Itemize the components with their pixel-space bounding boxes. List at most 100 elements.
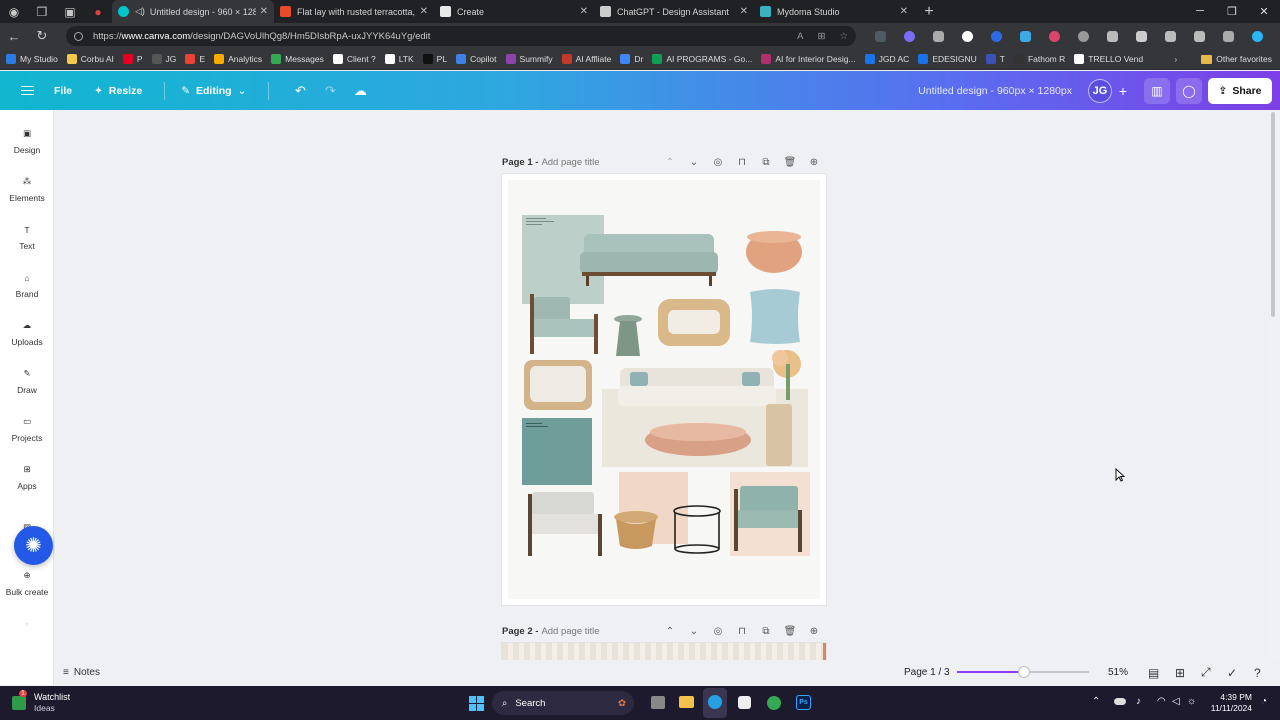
extension-icon[interactable] (1040, 28, 1069, 44)
zoom-slider-handle[interactable] (1018, 666, 1030, 678)
chevron-down-icon[interactable]: ⌄ (682, 157, 706, 168)
lock-icon[interactable]: ⊓ (730, 626, 754, 637)
onedrive-icon[interactable] (1114, 698, 1126, 705)
start-button[interactable] (469, 696, 484, 711)
bookmark-item[interactable]: PL (422, 54, 447, 64)
notification-icon[interactable]: ☼ (1187, 696, 1196, 707)
extension-icon[interactable] (866, 28, 895, 44)
bookmark-item[interactable]: Copilot (456, 54, 497, 64)
zoom-level[interactable]: 51% (1108, 667, 1128, 678)
delete-page-icon[interactable]: 🗑 (778, 157, 802, 168)
speaker-icon[interactable]: ◁) (135, 6, 145, 17)
close-tab-icon[interactable]: ✕ (260, 6, 268, 17)
bookmark-item[interactable]: My Studio (6, 54, 58, 64)
downloads-icon[interactable] (1156, 28, 1185, 44)
notes-button[interactable]: ≡ Notes (63, 667, 100, 678)
bookmark-item[interactable]: TRELLO Vend (1074, 54, 1143, 64)
pages-grid-icon[interactable]: ▤ (1148, 666, 1159, 680)
volume-icon[interactable]: ◁ (1172, 696, 1180, 707)
bookmark-item[interactable]: EDESIGNU (918, 54, 977, 64)
bookmark-item[interactable]: T (985, 54, 1005, 64)
bookmark-item[interactable]: JG (151, 54, 176, 64)
browser-tab[interactable]: ChatGPT - Design Assistant ✕ (594, 0, 754, 23)
chevron-up-icon[interactable]: ⌃ (658, 626, 682, 637)
bookmark-item[interactable]: Fathom R (1013, 54, 1065, 64)
page-indicator[interactable]: Page 1 / 3 (904, 667, 950, 678)
add-page-icon[interactable]: ⊕ (802, 626, 826, 637)
sidebar-item-draw[interactable]: ✎ Draw (0, 366, 54, 395)
chrome-icon[interactable] (767, 696, 781, 710)
new-tab-button[interactable]: + (914, 3, 944, 21)
design-page-2[interactable] (502, 643, 826, 660)
workspaces-icon[interactable]: ❒ (28, 0, 56, 23)
browser-tab[interactable]: Create ✕ (434, 0, 594, 23)
taskbar-search[interactable]: ⌕ Search ✿ (492, 691, 634, 715)
collections-icon[interactable] (1185, 28, 1214, 44)
check-icon[interactable]: ✓ (1227, 666, 1237, 680)
sidebar-item-apps[interactable]: ⊞ Apps (0, 462, 54, 491)
read-aloud-icon[interactable]: A (797, 31, 803, 42)
bookmarks-overflow[interactable]: › Other favorites (1174, 54, 1272, 64)
extension-icon[interactable] (1069, 28, 1098, 44)
sidebar-item-projects[interactable]: ▭ Projects (0, 414, 54, 443)
delete-page-icon[interactable]: 🗑 (778, 626, 802, 637)
extension-icon[interactable] (924, 28, 953, 44)
main-menu-button[interactable] (0, 86, 54, 95)
add-page-icon[interactable]: ⊕ (802, 157, 826, 168)
copilot-icon[interactable] (1243, 28, 1272, 44)
extension-icon[interactable] (895, 28, 924, 44)
browser-menu-icon[interactable] (1214, 28, 1243, 44)
chevron-right-icon[interactable]: › (1174, 54, 1177, 64)
task-view-icon[interactable] (651, 696, 665, 709)
close-tab-icon[interactable]: ✕ (900, 6, 908, 17)
bookmark-item[interactable]: Messages (271, 54, 324, 64)
chevron-up-icon[interactable]: ⌃ (658, 157, 682, 168)
watchlist-widget[interactable]: 1 Watchlist Ideas (12, 690, 70, 714)
chevron-down-icon[interactable]: ⌄ (682, 626, 706, 637)
tray-overflow-icon[interactable]: ⌃ (1092, 696, 1100, 707)
other-favorites[interactable]: Other favorites (1216, 54, 1272, 64)
hide-page-icon[interactable]: ◎ (706, 626, 730, 637)
browser-tab[interactable]: ◁) Untitled design - 960 × 1280 ✕ (112, 0, 274, 23)
app-icon[interactable] (738, 696, 751, 709)
extension-icon[interactable] (1011, 28, 1040, 44)
minimize-icon[interactable]: ─ (1184, 5, 1216, 18)
bookmark-item[interactable]: Client ? (332, 54, 376, 64)
fullscreen-icon[interactable]: ⤢ (1201, 665, 1211, 680)
bookmark-item[interactable]: JGD AC (864, 54, 909, 64)
sidebar-item-uploads[interactable]: ☁ Uploads (0, 318, 54, 347)
bookmark-item[interactable]: Dr (620, 54, 643, 64)
tab-actions-icon[interactable]: ▣ (56, 0, 84, 23)
editing-mode-button[interactable]: ✎ Editing ⌄ (181, 85, 246, 97)
file-menu-button[interactable]: File (54, 85, 72, 97)
bookmark-item[interactable]: Corbu AI (66, 54, 114, 64)
bookmark-item[interactable]: AI PROGRAMS - Go... (652, 54, 752, 64)
microphone-icon[interactable]: ♪ (1136, 696, 1141, 707)
close-tab-icon[interactable]: ✕ (740, 6, 748, 17)
sidebar-item-text[interactable]: T Text (0, 222, 54, 252)
help-icon[interactable]: ? (1254, 666, 1261, 680)
sidebar-item-bulk-create[interactable]: ⊕ Bulk create (0, 568, 54, 597)
redo-icon[interactable]: ↷ (315, 83, 345, 99)
magic-assistant-button[interactable]: ✺ (14, 526, 53, 565)
address-bar[interactable]: https://www.canva.com/design/DAGVoUlhQg8… (66, 26, 856, 46)
site-info-icon[interactable] (74, 31, 83, 41)
hide-page-icon[interactable]: ◎ (706, 157, 730, 168)
extensions-puzzle-icon[interactable] (1098, 28, 1127, 44)
lock-icon[interactable]: ⊓ (730, 157, 754, 168)
refresh-icon[interactable]: ↻ (28, 28, 56, 44)
duplicate-page-icon[interactable]: ⧉ (754, 157, 778, 168)
notification-bell-icon[interactable]: ◔ (1261, 696, 1267, 707)
page-1-title-input[interactable]: Add page title (541, 157, 599, 168)
wifi-icon[interactable]: ◠ (1157, 696, 1166, 707)
sidebar-item-elements[interactable]: ⁂ Elements (0, 174, 54, 203)
close-tab-icon[interactable]: ✕ (580, 6, 588, 17)
recording-icon[interactable]: ● (84, 0, 112, 23)
document-title[interactable]: Untitled design - 960px × 1280px (918, 85, 1072, 97)
back-icon[interactable]: ← (0, 29, 28, 44)
resize-button[interactable]: ✦ Resize (94, 85, 142, 97)
bookmark-item[interactable]: AI Affliate (561, 54, 611, 64)
bookmark-item[interactable]: Summify (505, 54, 553, 64)
extension-icon[interactable] (982, 28, 1011, 44)
clock[interactable]: 4:39 PM 11/11/2024 (1207, 692, 1252, 714)
